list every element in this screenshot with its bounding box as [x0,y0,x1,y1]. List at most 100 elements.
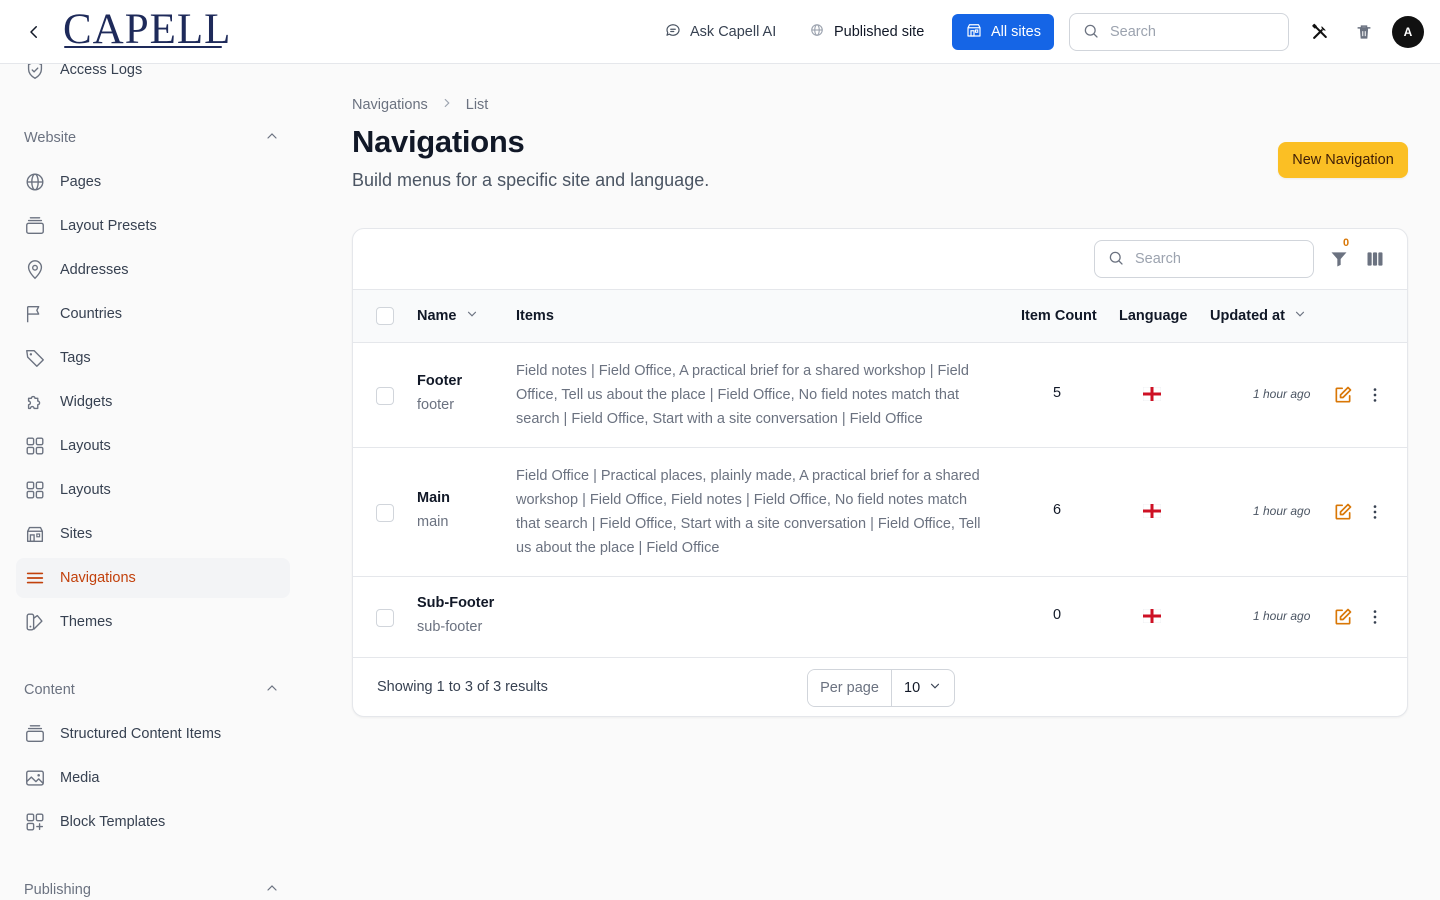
row-updated: 1 hour ago [1253,387,1311,401]
grid-icon [24,479,46,501]
global-search[interactable] [1069,13,1289,51]
search-icon [1082,22,1100,43]
sidebar: Access Logs Website Pages Layout Presets… [0,64,306,900]
pagination-summary: Showing 1 to 3 of 3 results [377,679,548,695]
sidebar-item-structured-content[interactable]: Structured Content Items [16,714,290,754]
sidebar-item-sites[interactable]: Sites [16,514,290,554]
column-name[interactable]: Name [417,290,479,342]
row-checkbox[interactable] [376,504,394,522]
published-site-link[interactable]: Published site [808,20,924,44]
sidebar-item-label: Block Templates [60,814,166,830]
england-flag-icon [1143,387,1161,401]
row-item-count: 0 [1053,607,1062,623]
sidebar-item-label: Navigations [60,570,136,586]
sidebar-item-access-logs[interactable]: Access Logs [16,64,290,90]
filter-icon[interactable] [1327,247,1351,271]
more-vertical-icon[interactable] [1363,500,1387,524]
per-page-dropdown[interactable]: 10 [892,670,954,706]
sidebar-item-addresses[interactable]: Addresses [16,250,290,290]
tools-icon[interactable] [1308,20,1332,44]
trash-icon[interactable] [1352,20,1376,44]
per-page-value: 10 [904,680,921,696]
sidebar-group-label: Content [24,682,75,698]
puzzle-icon [24,391,46,413]
sidebar-item-label: Tags [60,350,91,366]
navigations-table: 0 Name Items Item Count Language Updated… [352,228,1408,717]
edit-icon[interactable] [1331,500,1355,524]
global-search-input[interactable] [1110,24,1270,40]
chevron-up-icon [264,128,280,148]
page-subtitle: Build menus for a specific site and lang… [352,170,710,190]
menu-lines-icon [24,567,46,589]
column-name-label: Name [417,308,457,324]
table-row[interactable]: Footer footer Field notes | Field Office… [353,343,1407,448]
edit-icon[interactable] [1331,605,1355,629]
sidebar-group-publishing[interactable]: Publishing [24,878,280,900]
column-updated-at[interactable]: Updated at [1210,290,1307,342]
sidebar-item-tags[interactable]: Tags [16,338,290,378]
flag-icon [24,303,46,325]
table-row[interactable]: Sub-Footer sub-footer 0 1 hour ago [353,577,1407,658]
table-header: Name Items Item Count Language Updated a… [353,289,1407,343]
row-slug: main [417,514,449,530]
breadcrumb-list: List [465,97,489,113]
ask-ai-button[interactable]: Ask Capell AI [664,20,776,44]
grid-plus-icon [24,811,46,833]
sidebar-item-label: Structured Content Items [60,726,222,742]
user-avatar[interactable]: A [1392,16,1424,48]
sidebar-item-pages[interactable]: Pages [16,162,290,202]
sidebar-item-label: Layouts [60,438,111,454]
table-search[interactable] [1094,240,1314,278]
sidebar-item-block-templates[interactable]: Block Templates [16,802,290,842]
row-checkbox[interactable] [376,387,394,405]
more-vertical-icon[interactable] [1363,605,1387,629]
new-navigation-button[interactable]: New Navigation [1278,142,1408,178]
sidebar-item-label: Layouts [60,482,111,498]
globe-icon [808,21,826,43]
sidebar-item-navigations[interactable]: Navigations [16,558,290,598]
sidebar-item-countries[interactable]: Countries [16,294,290,334]
globe-icon [24,171,46,193]
breadcrumb-navigations[interactable]: Navigations [352,97,428,113]
sidebar-group-content[interactable]: Content [24,678,280,702]
sidebar-item-themes[interactable]: Themes [16,602,290,642]
row-items: Field notes | Field Office, A practical … [516,363,969,427]
row-items: Field Office | Practical places, plainly… [516,468,981,556]
sidebar-group-label: Website [24,130,77,146]
select-all-cell [376,290,394,342]
sidebar-item-label: Layout Presets [60,218,157,234]
back-arrow-icon[interactable] [22,20,46,44]
sidebar-item-layouts-2[interactable]: Layouts [16,470,290,510]
table-search-input[interactable] [1135,251,1295,267]
published-site-label: Published site [834,24,925,40]
sidebar-item-widgets[interactable]: Widgets [16,382,290,422]
all-sites-label: All sites [991,24,1041,40]
per-page-select[interactable]: Per page 10 [807,669,955,707]
edit-icon[interactable] [1331,383,1355,407]
all-sites-button[interactable]: All sites [952,14,1054,50]
more-vertical-icon[interactable] [1363,383,1387,407]
sidebar-item-label: Widgets [60,394,113,410]
sidebar-item-layouts[interactable]: Layouts [16,426,290,466]
row-checkbox[interactable] [376,609,394,627]
column-item-count: Item Count [1021,308,1097,324]
sidebar-item-media[interactable]: Media [16,758,290,798]
table-row[interactable]: Main main Field Office | Practical place… [353,448,1407,577]
sidebar-item-label: Themes [60,614,113,630]
shield-check-icon [24,64,46,81]
image-icon [24,767,46,789]
chevron-down-icon [928,679,942,697]
select-all-checkbox[interactable] [376,307,394,325]
sidebar-item-label: Countries [60,306,123,322]
column-items: Items [516,308,554,324]
page-title: Navigations [352,124,525,159]
stack-icon [24,215,46,237]
sidebar-item-label: Sites [60,526,93,542]
sidebar-item-label: Pages [60,174,102,190]
chevron-up-icon [264,680,280,700]
columns-icon[interactable] [1363,247,1387,271]
sidebar-item-label: Media [60,770,100,786]
sidebar-item-label: Access Logs [60,64,143,78]
sidebar-item-layout-presets[interactable]: Layout Presets [16,206,290,246]
sidebar-group-website[interactable]: Website [24,126,280,150]
